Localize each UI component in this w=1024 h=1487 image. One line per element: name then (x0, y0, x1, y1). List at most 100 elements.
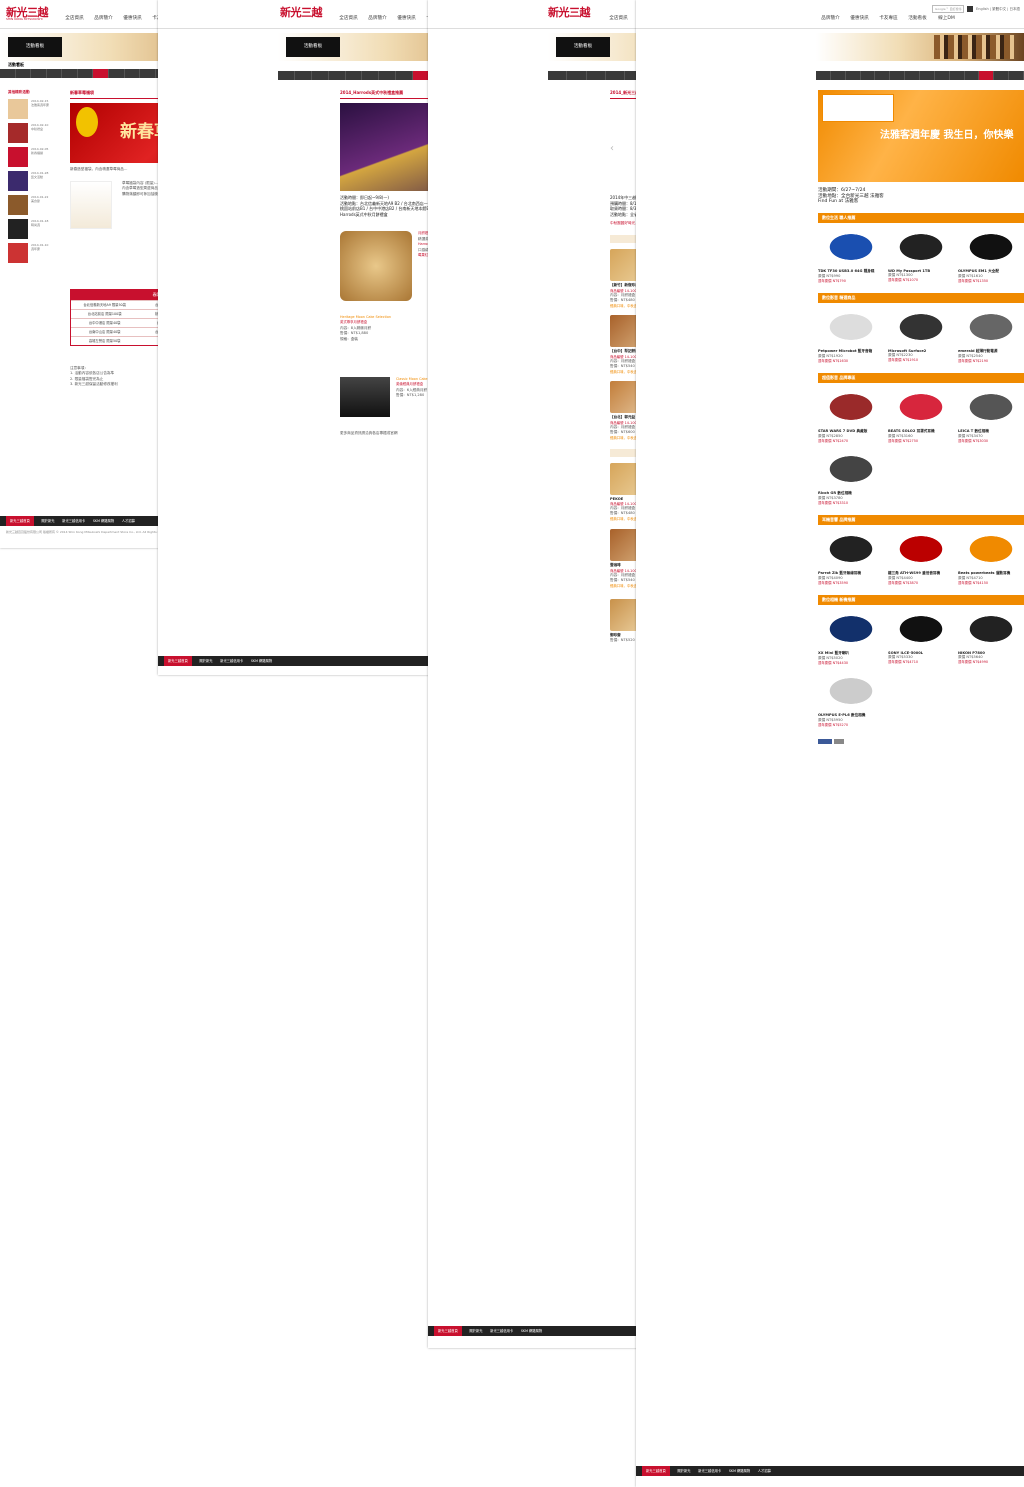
nav-item[interactable]: 優惠快訊 (845, 15, 874, 21)
footer-link[interactable]: 新光三越首頁 (642, 1466, 670, 1476)
nav-item[interactable]: 活動看板 (903, 15, 932, 21)
product-image (818, 306, 884, 347)
category-header: 數位生活 職人推薦 (818, 212, 1024, 223)
product-card[interactable]: OLYMPUS EM1 大全配 原價 NT$1610 週年慶價 NT$1350 (958, 226, 1024, 285)
footer-link[interactable]: SKM 網路購物 (251, 656, 272, 666)
product-image (818, 528, 884, 569)
product-image (958, 306, 1024, 347)
tote-bag-image (70, 180, 112, 229)
language-switch[interactable]: English | 繁體中文 | 日本語 (976, 7, 1020, 12)
sidebar-title: 其他精彩活動 (8, 90, 30, 94)
mooncake-image (340, 231, 412, 301)
product-card[interactable]: LEICA T 數位相機 原價 NT$3470 週年慶價 NT$3030 (958, 386, 1024, 445)
nav-item[interactable]: 優惠快訊 (392, 15, 421, 21)
promo-banner: 法雅客週年慶 我生日，你快樂 (818, 90, 1024, 182)
promo-headline: 法雅客週年慶 我生日，你快樂 (880, 130, 1014, 141)
giftbox-black-image (340, 377, 390, 417)
search-button[interactable] (967, 6, 974, 12)
header-utility: Google™ 自訂搜尋 English | 繁體中文 | 日本語 (932, 5, 1020, 13)
product-card[interactable]: WD My Passport 1TB 原價 NT$1300 週年慶價 NT$1070 (888, 226, 954, 285)
table-cell: 台北站前店 限量100袋 (87, 312, 122, 316)
banner-button[interactable]: 活動看板 (286, 37, 340, 57)
nav-item[interactable]: 全店資訊 (334, 15, 363, 21)
product-image (958, 226, 1024, 267)
category-header: 超值影音 品牌專區 (818, 372, 1024, 383)
footer-link[interactable]: 關於新光 (469, 1326, 482, 1336)
footer-link[interactable]: 新光三越信用卡 (698, 1466, 721, 1476)
footer-link[interactable]: 新光三越首頁 (434, 1326, 462, 1336)
product-image (888, 226, 954, 267)
product-card[interactable]: Petpower Microbot 藍牙音箱 原價 NT$1920 週年慶價 NT$… (818, 306, 884, 365)
product-name: TDK TF30 USB3.0 64G 隨身碟 (818, 268, 875, 273)
product-image (888, 608, 954, 649)
product-card[interactable]: NIKON P7800 原價 NT$5640 週年慶價 NT$4990 (958, 608, 1024, 667)
footer-link[interactable]: 新光三越首頁 (164, 656, 192, 666)
product-card[interactable]: Microsoft Surface2 原價 NT$2230 週年慶價 NT$1910 (888, 306, 954, 365)
nav-item[interactable]: 品牌簡介 (363, 15, 392, 21)
hero-banner (816, 33, 1024, 61)
site-logo-sub: SHIN KONG MITSUKOSHI (6, 17, 43, 21)
search-input[interactable]: Google™ 自訂搜尋 (932, 5, 965, 13)
category-header: 數位影音 精選商品 (818, 292, 1024, 303)
category-header: 數位相機 新機推薦 (818, 594, 1024, 605)
copyright: 新光三越百貨股份有限公司 版權所有 © 2014 Shin Kong Mitsu… (6, 530, 173, 534)
table-cell: 台南中山店 限量40袋 (88, 330, 121, 334)
nav-item[interactable]: 卡友專區 (874, 15, 903, 21)
nav-item[interactable]: 優惠快訊 (118, 15, 147, 21)
table-cell: 高雄左營店 限量50袋 (88, 339, 121, 343)
product-image (958, 386, 1024, 427)
footer-link[interactable]: 新光三越信用卡 (490, 1326, 513, 1336)
footer-link[interactable]: 關於新光 (677, 1466, 690, 1476)
product-card[interactable]: STAR WARS 7 DVD 典藏版 原價 NT$2850 週年慶價 NT$247… (818, 386, 884, 445)
product-image (818, 386, 884, 427)
nav-item[interactable]: 全店資訊 (604, 15, 633, 21)
banner-image (934, 35, 1014, 59)
promo-dropdown[interactable] (822, 94, 894, 122)
product-card[interactable]: SONY ILCE-5000L 原價 NT$5330 週年慶價 NT$4710 (888, 608, 954, 667)
product-card[interactable]: Ricoh GR 數位相機 原價 NT$3780 週年慶價 NT$3310 (818, 448, 884, 507)
sidebar: 其他精彩活動 2014-02-15 法雅客週年慶 2014-02-10 中秋禮盒 2… (8, 88, 64, 263)
product-image (958, 608, 1024, 649)
footer-link[interactable]: 新光三越首頁 (6, 516, 34, 526)
prev-arrow-icon[interactable]: ‹ (610, 143, 614, 154)
product-card[interactable]: emerald 超薄行動電源 原價 NT$2540 週年慶價 NT$2190 (958, 306, 1024, 365)
nav-item[interactable]: 品牌簡介 (816, 15, 845, 21)
nav-item[interactable]: 品牌簡介 (89, 15, 118, 21)
product-image (888, 528, 954, 569)
footer-link[interactable]: 關於新光 (41, 516, 54, 526)
main-nav: 品牌簡介 優惠快訊 卡友專區 活動看板 線上DM (816, 15, 961, 21)
product-image (818, 448, 884, 489)
site-logo[interactable]: 新光三越 (548, 4, 591, 20)
product-card[interactable]: Parrot Zik 藍牙無線耳機 原價 NT$4090 週年慶價 NT$3590 (818, 528, 884, 587)
product-image (888, 306, 954, 347)
product-card[interactable]: BEATS SOLO2 耳罩式耳機 原價 NT$3160 週年慶價 NT$2750 (888, 386, 954, 445)
footer-link[interactable]: 新光三越信用卡 (62, 516, 85, 526)
banner-button[interactable]: 活動看板 (556, 37, 610, 57)
footer-link[interactable]: SKM 網路購物 (729, 1466, 750, 1476)
footer-link[interactable]: 新光三越信用卡 (220, 656, 243, 666)
product-card[interactable]: XX Mini 藍牙喇叭 原價 NT$5020 週年慶價 NT$4430 (818, 608, 884, 667)
facebook-share-button[interactable] (818, 738, 832, 744)
main-content: 法雅客週年慶 我生日，你快樂 活動期間：6/27~7/24 活動地點：全台新光三… (818, 90, 1024, 746)
product-card[interactable]: 鐵三角 ATH-WS99 重低音耳機 原價 NT$4400 週年慶價 NT$3870 (888, 528, 954, 587)
footer-link[interactable]: SKM 網路購物 (93, 516, 114, 526)
product-image (818, 670, 884, 711)
footer-link[interactable]: 人才招募 (758, 1466, 771, 1476)
footer-link[interactable]: SKM 網路購物 (521, 1326, 542, 1336)
banner-button[interactable]: 活動看板 (8, 37, 62, 57)
product-card[interactable]: TDK TF30 USB3.0 64G 隨身碟 原價 NT$990 週年慶價 NT$… (818, 226, 884, 285)
footer-link[interactable]: 人才招募 (122, 516, 135, 526)
product-card[interactable]: OLYMPUS E-PL6 數位相機 原價 NT$5950 週年慶價 NT$5270 (818, 670, 884, 729)
nav-item[interactable]: 線上DM (932, 15, 961, 21)
product-image (818, 226, 884, 267)
site-logo[interactable]: 新光三越 (280, 4, 323, 20)
table-cell: 台北信義新天地A9 限量50袋 (83, 303, 126, 307)
category-header: 耳機音響 品牌推薦 (818, 514, 1024, 525)
product-image (888, 386, 954, 427)
product-card[interactable]: Beats powerbeats 運動耳機 原價 NT$4710 週年慶價 NT$4… (958, 528, 1024, 587)
share-button[interactable] (834, 738, 844, 744)
month-bar (816, 71, 1024, 80)
screenshot-page-4: 品牌簡介 優惠快訊 卡友專區 活動看板 線上DM Google™ 自訂搜尋 En… (636, 0, 1024, 1487)
footer-link[interactable]: 關於新光 (199, 656, 212, 666)
nav-item[interactable]: 全店資訊 (60, 15, 89, 21)
